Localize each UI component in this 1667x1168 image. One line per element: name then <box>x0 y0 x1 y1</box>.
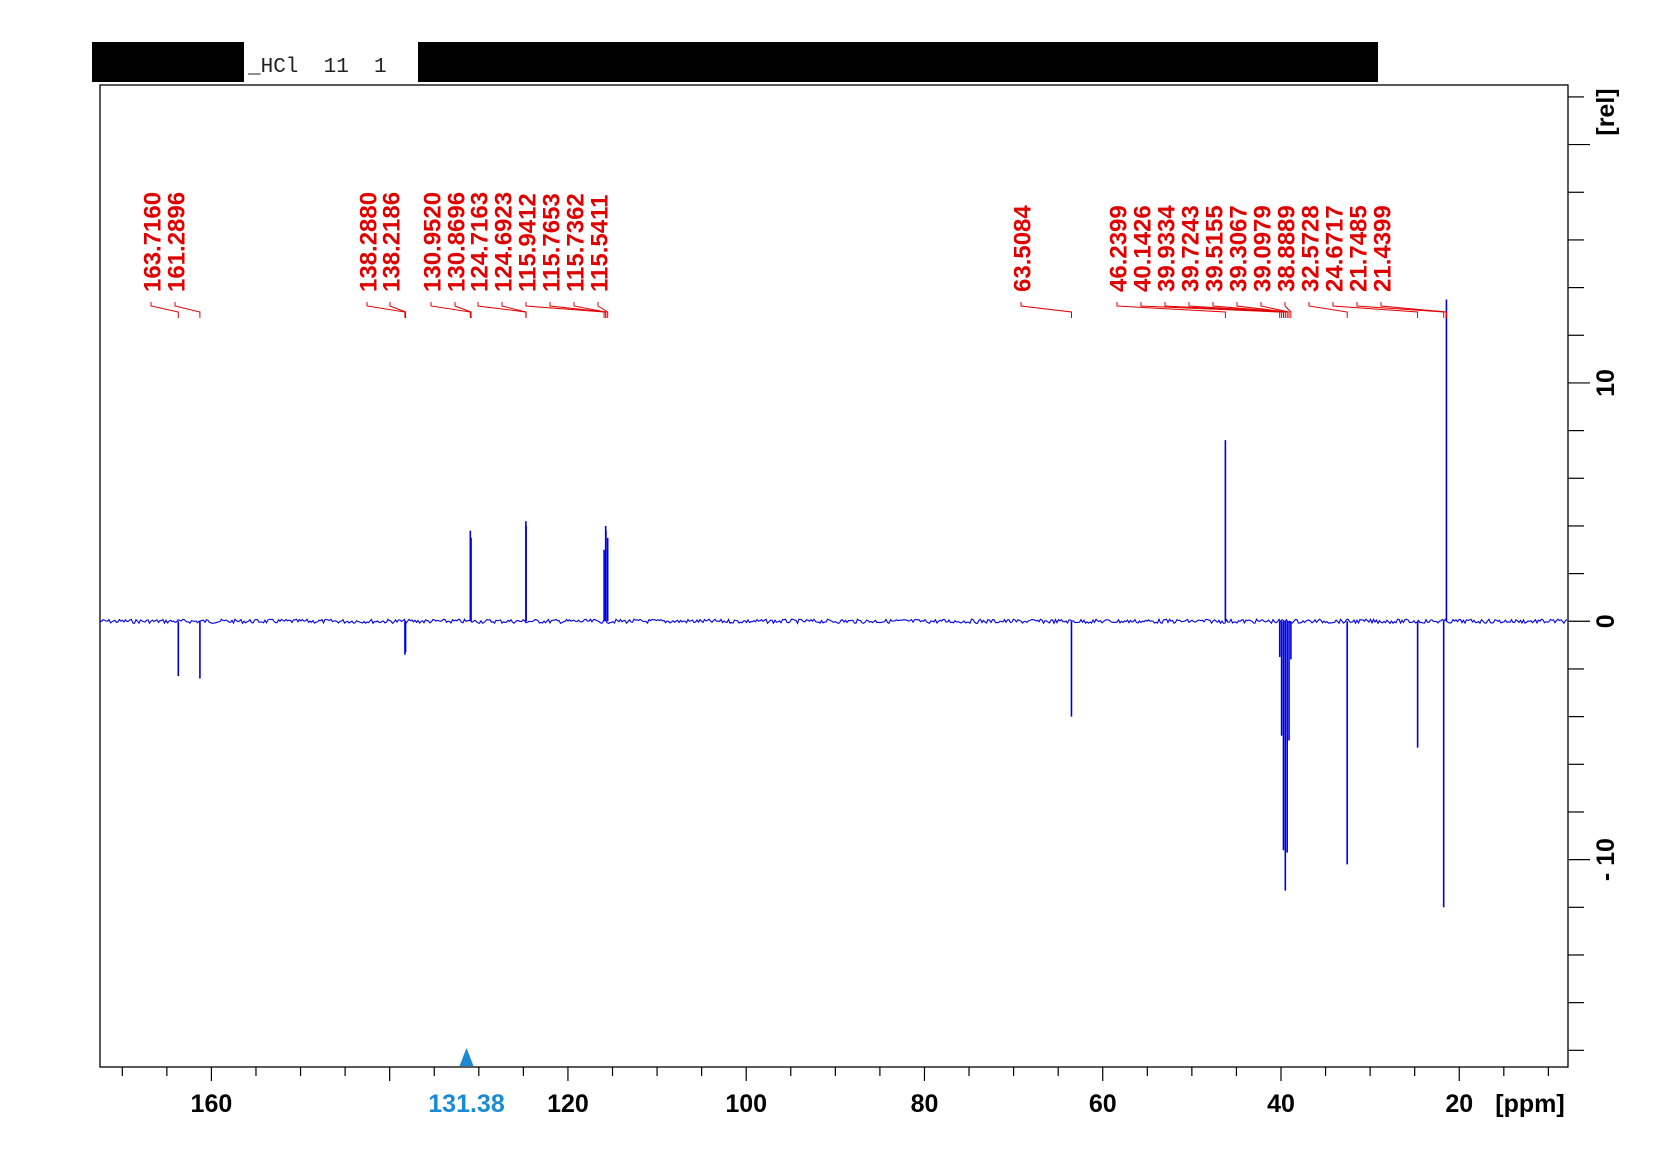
peak-label: 124.6923 <box>490 192 517 292</box>
peak-label-connector <box>1020 302 1072 318</box>
peak-label-connector <box>150 302 179 318</box>
spectrum-trace <box>99 299 1568 908</box>
peak-label-connector <box>1116 302 1226 318</box>
peak-label: 21.7485 <box>1345 205 1372 292</box>
peak-label: 21.4399 <box>1369 205 1396 292</box>
peak-label: 39.3067 <box>1225 205 1252 292</box>
peak-label: 115.5411 <box>586 195 613 292</box>
peak-label: 63.5084 <box>1009 205 1036 292</box>
x-tick-label: 100 <box>725 1090 767 1118</box>
peak-label-connector <box>1332 302 1419 318</box>
peak-label: 115.9412 <box>514 193 541 292</box>
x-tick-label: 160 <box>191 1090 233 1118</box>
nmr-spectrum-chart: _HCl 11 1 160 120 100 80 60 40 20 100- 10 163.… <box>92 42 1620 1118</box>
peak-label: 38.8889 <box>1273 205 1300 292</box>
spectrum-filename: _HCl 11 1 <box>247 56 387 79</box>
y-axis: 10 0 - 10 <box>1568 96 1620 1051</box>
x-tick-label: 80 <box>911 1090 939 1118</box>
redaction-block-right <box>418 42 1378 82</box>
peak-label-connector <box>1308 302 1348 318</box>
x-tick-label: 120 <box>547 1090 589 1118</box>
peak-label: 161.2896 <box>163 192 190 292</box>
peak-label: 39.0979 <box>1249 205 1276 292</box>
peak-label-connector <box>525 302 605 318</box>
peak-label: 124.7163 <box>466 192 493 292</box>
y-tick-label: 0 <box>1592 614 1620 628</box>
peak-label: 130.9520 <box>419 192 446 292</box>
peak-label: 39.5155 <box>1201 205 1228 292</box>
peak-label-connector <box>1284 302 1292 318</box>
redaction-block-left <box>92 42 244 82</box>
cursor-triangle-icon[interactable] <box>459 1048 474 1066</box>
cursor-marker[interactable]: 131.38 <box>428 1048 505 1118</box>
peak-label: 138.2186 <box>378 192 405 292</box>
peak-label-connector <box>1356 302 1445 318</box>
x-tick-label: 20 <box>1445 1090 1473 1118</box>
peak-label: 39.9334 <box>1153 205 1180 292</box>
x-tick-label: 60 <box>1089 1090 1117 1118</box>
peak-label: 163.7160 <box>139 192 166 292</box>
peak-label: 39.7243 <box>1177 205 1204 292</box>
y-tick-label: - 10 <box>1592 838 1620 881</box>
peak-label: 32.5728 <box>1297 205 1324 292</box>
x-axis-label: [ppm] <box>1495 1090 1564 1118</box>
peak-labels: 163.7160161.2896 138.2880138.2186 130.9520… <box>139 192 1447 318</box>
y-tick-label: 10 <box>1592 369 1620 397</box>
y-axis-label: [rel] <box>1592 88 1620 135</box>
peak-label: 40.1426 <box>1129 205 1156 292</box>
peak-label: 115.7653 <box>538 193 565 292</box>
peak-label: 115.7362 <box>562 193 589 292</box>
cursor-value-label: 131.38 <box>428 1090 505 1118</box>
peak-label: 24.6717 <box>1321 205 1348 292</box>
peak-label: 46.2399 <box>1105 205 1132 292</box>
x-axis: 160 120 100 80 60 40 20 <box>121 1067 1549 1118</box>
x-tick-label: 40 <box>1267 1090 1295 1118</box>
peak-label-connector <box>501 302 527 318</box>
